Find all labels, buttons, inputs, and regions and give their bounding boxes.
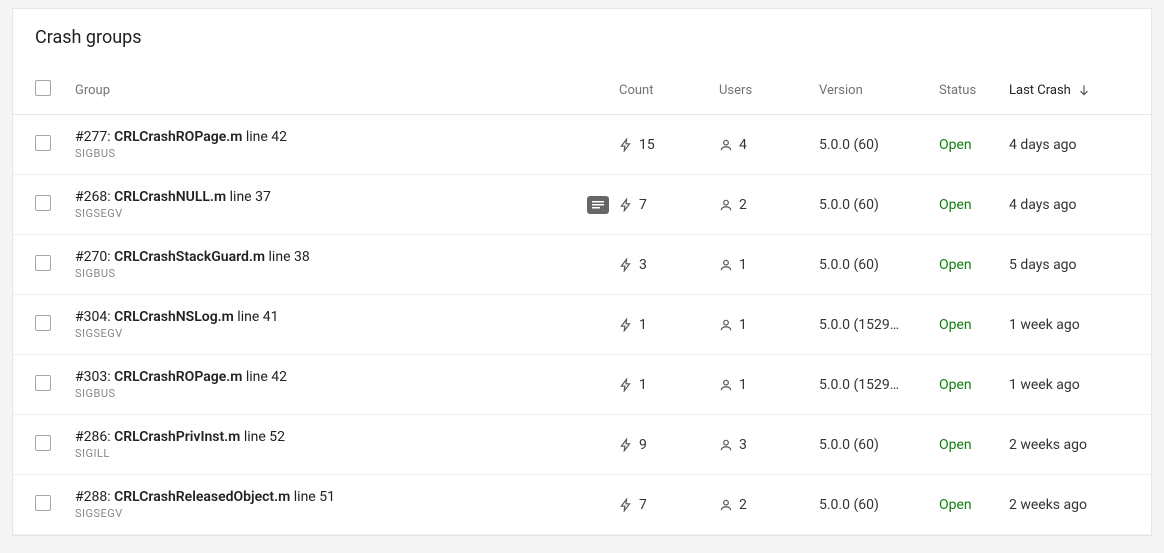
crash-group-title: #270: CRLCrashStackGuard.m line 38 — [75, 249, 619, 265]
crash-signal: SIGBUS — [75, 267, 619, 280]
note-icon — [587, 196, 609, 214]
crash-count: 1 — [619, 317, 719, 333]
crash-signal: SIGSEGV — [75, 507, 619, 520]
crash-lastcrash: 2 weeks ago — [1009, 497, 1129, 513]
crash-version: 5.0.0 (1529… — [819, 317, 939, 333]
crash-version: 5.0.0 (60) — [819, 137, 939, 153]
crash-signal: SIGSEGV — [75, 327, 619, 340]
crash-status: Open — [939, 497, 1009, 513]
lightning-icon — [619, 198, 633, 212]
lightning-icon — [619, 438, 633, 452]
crash-signal: SIGILL — [75, 447, 619, 460]
user-icon — [719, 258, 733, 272]
crash-status: Open — [939, 197, 1009, 213]
column-header-count[interactable]: Count — [619, 83, 719, 98]
column-header-version[interactable]: Version — [819, 83, 939, 98]
table-row[interactable]: #303: CRLCrashROPage.m line 42SIGBUS115.… — [13, 355, 1151, 415]
crash-group-title: #286: CRLCrashPrivInst.m line 52 — [75, 429, 619, 445]
crash-version: 5.0.0 (60) — [819, 497, 939, 513]
crash-users: 2 — [719, 497, 819, 513]
crash-group-title: #277: CRLCrashROPage.m line 42 — [75, 129, 619, 145]
panel-title: Crash groups — [13, 9, 1151, 66]
column-header-lastcrash[interactable]: Last Crash — [1009, 83, 1129, 98]
user-icon — [719, 198, 733, 212]
crash-lastcrash: 2 weeks ago — [1009, 437, 1129, 453]
user-icon — [719, 498, 733, 512]
table-row[interactable]: #288: CRLCrashReleasedObject.m line 51 SI… — [13, 475, 1151, 535]
table-row[interactable]: #304: CRLCrashNSLog.m line 41SIGSEGV115.… — [13, 295, 1151, 355]
crash-users: 1 — [719, 257, 819, 273]
crash-status: Open — [939, 377, 1009, 393]
table-row[interactable]: #277: CRLCrashROPage.m line 42 SIGBUS1545… — [13, 115, 1151, 175]
crash-count: 15 — [619, 137, 719, 153]
crash-count: 7 — [619, 497, 719, 513]
crash-count: 3 — [619, 257, 719, 273]
crash-lastcrash: 1 week ago — [1009, 377, 1129, 393]
column-header-users[interactable]: Users — [719, 83, 819, 98]
user-icon — [719, 438, 733, 452]
table-row[interactable]: #270: CRLCrashStackGuard.m line 38 SIGBUS… — [13, 235, 1151, 295]
crash-group-title: #288: CRLCrashReleasedObject.m line 51 — [75, 489, 619, 505]
crash-group-title: #303: CRLCrashROPage.m line 42 — [75, 369, 619, 385]
crash-version: 5.0.0 (60) — [819, 437, 939, 453]
crash-users: 1 — [719, 377, 819, 393]
lightning-icon — [619, 378, 633, 392]
crash-lastcrash: 4 days ago — [1009, 137, 1129, 153]
row-checkbox[interactable] — [35, 135, 51, 151]
crash-count: 1 — [619, 377, 719, 393]
crash-version: 5.0.0 (60) — [819, 197, 939, 213]
crash-group-title: #268: CRLCrashNULL.m line 37 — [75, 189, 577, 205]
crash-group-title: #304: CRLCrashNSLog.m line 41 — [75, 309, 619, 325]
crash-signal: SIGBUS — [75, 147, 619, 160]
crash-version: 5.0.0 (1529… — [819, 377, 939, 393]
column-header-status[interactable]: Status — [939, 83, 1009, 98]
table-row[interactable]: #286: CRLCrashPrivInst.m line 52 SIGILL93… — [13, 415, 1151, 475]
crash-users: 1 — [719, 317, 819, 333]
user-icon — [719, 318, 733, 332]
crash-users: 3 — [719, 437, 819, 453]
crash-lastcrash: 5 days ago — [1009, 257, 1129, 273]
row-checkbox[interactable] — [35, 255, 51, 271]
lightning-icon — [619, 498, 633, 512]
row-checkbox[interactable] — [35, 315, 51, 331]
crash-status: Open — [939, 257, 1009, 273]
crash-status: Open — [939, 137, 1009, 153]
crash-count: 9 — [619, 437, 719, 453]
crash-users: 4 — [719, 137, 819, 153]
crash-groups-panel: Crash groups Group Count Users Version S… — [12, 8, 1152, 536]
crash-lastcrash: 1 week ago — [1009, 317, 1129, 333]
row-checkbox[interactable] — [35, 375, 51, 391]
crash-version: 5.0.0 (60) — [819, 257, 939, 273]
crash-count: 7 — [619, 197, 719, 213]
user-icon — [719, 378, 733, 392]
lightning-icon — [619, 318, 633, 332]
user-icon — [719, 138, 733, 152]
crash-signal: SIGBUS — [75, 387, 619, 400]
sort-desc-icon — [1077, 83, 1091, 97]
crash-signal: SIGSEGV — [75, 207, 577, 220]
crash-status: Open — [939, 317, 1009, 333]
table-header: Group Count Users Version Status Last Cr… — [13, 66, 1151, 115]
row-checkbox[interactable] — [35, 435, 51, 451]
lightning-icon — [619, 258, 633, 272]
table-row[interactable]: #268: CRLCrashNULL.m line 37 SIGSEGV 725.0… — [13, 175, 1151, 235]
column-header-group[interactable]: Group — [75, 83, 619, 98]
crash-users: 2 — [719, 197, 819, 213]
row-checkbox[interactable] — [35, 495, 51, 511]
crash-lastcrash: 4 days ago — [1009, 197, 1129, 213]
lightning-icon — [619, 138, 633, 152]
select-all-checkbox[interactable] — [35, 80, 51, 96]
crash-status: Open — [939, 437, 1009, 453]
row-checkbox[interactable] — [35, 195, 51, 211]
